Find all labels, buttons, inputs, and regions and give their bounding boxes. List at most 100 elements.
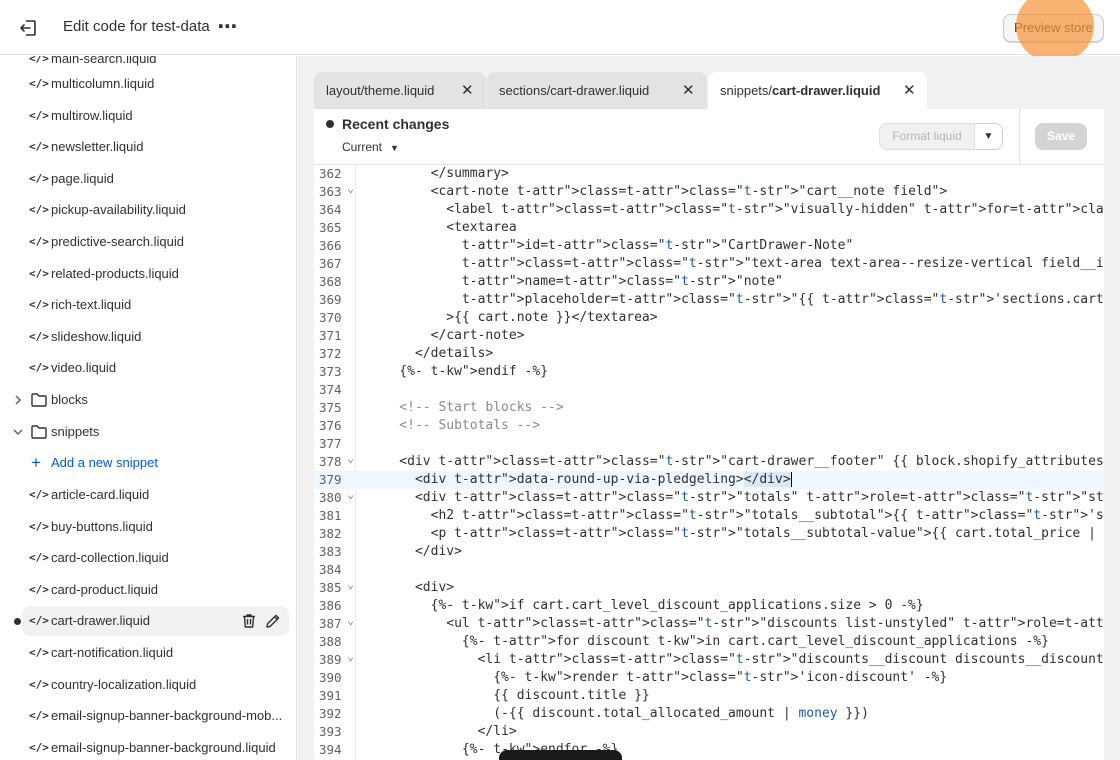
file-item[interactable]: </> related-products.liquid <box>22 259 289 289</box>
file-name: slideshow.liquid <box>51 328 142 344</box>
tab-sections-cart-drawer[interactable]: sections/cart-drawer.liquid ✕ <box>487 72 707 109</box>
code-line[interactable]: 388 {%- t-attr">for discount t-kw">in ca… <box>314 633 1104 651</box>
file-name: card-collection.liquid <box>51 550 169 566</box>
code-line[interactable]: 394 {%- t-kw">endfor -%} <box>314 741 1104 759</box>
code-line[interactable]: 385 ⌄ <div> <box>314 577 1104 597</box>
line-text: <div t-attr">class=t-attr">class="t-str"… <box>368 490 1104 505</box>
add-snippet-link[interactable]: + Add a new snippet <box>22 448 282 478</box>
code-line[interactable]: 387 ⌄ <ul t-attr">class=t-attr">class="t-… <box>314 613 1104 633</box>
code-line[interactable]: 362 </summary> <box>314 165 1104 183</box>
line-number: 371 <box>319 328 342 343</box>
code-file-icon: </> <box>29 203 49 217</box>
code-line[interactable]: 390 {%- t-kw">render t-attr">class="t-st… <box>314 669 1104 687</box>
code-line[interactable]: 393 </li> <box>314 723 1104 741</box>
code-line[interactable]: 389 ⌄ <li t-attr">class=t-attr">class="t-… <box>314 649 1104 669</box>
code-line[interactable]: 377 <box>314 435 1104 453</box>
more-actions-icon[interactable]: ⋯ <box>217 14 239 40</box>
code-line[interactable]: 384 <box>314 561 1104 579</box>
file-name: newsletter.liquid <box>51 139 144 155</box>
code-line[interactable]: 379 <div t-attr">data-round-up-via-pledg… <box>314 471 1104 489</box>
file-item[interactable]: </> card-product.liquid <box>22 575 289 605</box>
code-line[interactable]: 363 ⌄ <cart-note t-attr">class=t-attr">cl… <box>314 181 1104 201</box>
code-line[interactable]: 378 ⌄ <div t-attr">class=t-attr">class="t… <box>314 451 1104 471</box>
code-line[interactable]: 391 {{ discount.title }} <box>314 687 1104 705</box>
file-item[interactable]: </> video.liquid <box>22 353 289 383</box>
file-item[interactable]: </> pickup-availability.liquid <box>22 195 289 225</box>
file-item[interactable]: </> cart-drawer.liquid <box>22 606 289 637</box>
code-line[interactable]: 368 t-attr">name=t-attr">class="t-str">"… <box>314 273 1104 291</box>
file-item[interactable]: </> slideshow.liquid <box>22 322 289 352</box>
code-line[interactable]: 369 t-attr">placeholder=t-attr">class="t… <box>314 291 1104 309</box>
code-line[interactable]: 375 <!-- Start blocks --> <box>314 399 1104 417</box>
file-item[interactable]: </> email-signup-banner-background.liquid <box>22 733 289 760</box>
fold-chevron-icon[interactable]: ⌄ <box>347 647 354 665</box>
folder-blocks[interactable]: blocks <box>8 385 288 415</box>
pencil-icon[interactable] <box>264 612 282 630</box>
code-line[interactable]: 366 t-attr">id=t-attr">class="t-str">"Ca… <box>314 237 1104 255</box>
file-item[interactable]: </> buy-buttons.liquid <box>22 512 289 542</box>
close-icon[interactable]: ✕ <box>682 72 695 109</box>
code-line[interactable]: 383 </div> <box>314 543 1104 561</box>
code-line[interactable]: 386 {%- t-kw">if cart.cart_level_discoun… <box>314 597 1104 615</box>
code-line[interactable]: 382 <p t-attr">class=t-attr">class="t-st… <box>314 525 1104 543</box>
file-item[interactable]: </> article-card.liquid <box>22 480 289 510</box>
file-item[interactable]: </> card-collection.liquid <box>22 543 289 573</box>
exit-icon[interactable] <box>17 17 39 39</box>
fold-chevron-icon[interactable]: ⌄ <box>347 179 354 197</box>
save-button[interactable]: Save <box>1035 123 1087 150</box>
code-line[interactable]: 380 ⌄ <div t-attr">class=t-attr">class="t… <box>314 487 1104 507</box>
code-file-icon: </> <box>29 740 49 754</box>
tab-snippets-cart-drawer[interactable]: snippets/cart-drawer.liquid ✕ <box>708 72 927 109</box>
line-number: 377 <box>319 436 342 451</box>
file-name: multirow.liquid <box>51 107 133 123</box>
close-icon[interactable]: ✕ <box>903 72 916 109</box>
line-text: <h2 t-attr">class=t-attr">class="t-str">… <box>368 508 1104 523</box>
file-item[interactable]: </> newsletter.liquid <box>22 132 289 162</box>
file-item[interactable]: </> cart-notification.liquid <box>22 638 289 668</box>
preview-store-button[interactable]: Preview store <box>1003 14 1104 42</box>
code-line[interactable]: 381 <h2 t-attr">class=t-attr">class="t-s… <box>314 507 1104 525</box>
version-select[interactable]: Current ▼ <box>342 140 399 154</box>
file-name: predictive-search.liquid <box>51 234 184 249</box>
code-line[interactable]: 376 <!-- Subtotals --> <box>314 417 1104 435</box>
code-line[interactable]: 370 >{{ cart.note }}</textarea> <box>314 309 1104 327</box>
file-item[interactable]: </> multicolumn.liquid <box>22 69 289 99</box>
folder-snippets[interactable]: snippets <box>8 417 288 447</box>
format-liquid-button[interactable]: Format liquid <box>879 123 975 150</box>
code-file-icon: </> <box>29 551 49 565</box>
code-line[interactable]: 371 </cart-note> <box>314 327 1104 345</box>
code-editor[interactable]: 362 </summary> 363 ⌄ <cart-note t-attr">cl… <box>314 165 1104 760</box>
code-line[interactable]: 365 <textarea <box>314 219 1104 237</box>
fold-chevron-icon[interactable]: ⌄ <box>347 449 354 467</box>
fold-chevron-icon[interactable]: ⌄ <box>347 485 354 503</box>
code-line[interactable]: 372 </details> <box>314 345 1104 363</box>
code-file-icon: </> <box>29 171 49 185</box>
file-name: article-card.liquid <box>51 487 150 502</box>
file-name: cart-drawer.liquid <box>51 613 150 629</box>
line-number: 366 <box>319 238 342 253</box>
close-icon[interactable]: ✕ <box>461 72 474 109</box>
file-item[interactable]: </> email-signup-banner-background-mob... <box>22 701 289 731</box>
line-text: </cart-note> <box>368 328 525 343</box>
file-item[interactable]: </> multirow.liquid <box>22 101 289 131</box>
format-options-dropdown[interactable]: ▼ <box>975 123 1003 150</box>
fold-chevron-icon[interactable]: ⌄ <box>347 575 354 593</box>
code-file-icon: </> <box>29 614 49 628</box>
tab-theme-liquid[interactable]: layout/theme.liquid ✕ <box>314 72 486 109</box>
code-file-icon: </> <box>29 235 49 248</box>
file-item[interactable]: </> country-localization.liquid <box>22 670 289 700</box>
code-file-icon: </> <box>29 646 49 659</box>
trash-icon[interactable] <box>240 612 258 630</box>
code-line[interactable]: 367 t-attr">class=t-attr">class="t-str">… <box>314 255 1104 273</box>
fold-chevron-icon[interactable]: ⌄ <box>347 611 354 629</box>
code-line[interactable]: 373 {%- t-kw">endif -%} <box>314 363 1104 381</box>
line-number: 385 <box>319 580 342 595</box>
code-line[interactable]: 374 <box>314 381 1104 399</box>
code-file-icon: </> <box>29 519 49 533</box>
code-line[interactable]: 392 (-{{ discount.total_allocated_amount… <box>314 705 1104 723</box>
file-item[interactable]: </> rich-text.liquid <box>22 290 289 320</box>
file-item[interactable]: </> predictive-search.liquid <box>22 227 289 257</box>
line-text: <ul t-attr">class=t-attr">class="t-str">… <box>368 616 1104 631</box>
code-line[interactable]: 364 <label t-attr">class=t-attr">class="… <box>314 201 1104 219</box>
file-item[interactable]: </> page.liquid <box>22 164 289 194</box>
